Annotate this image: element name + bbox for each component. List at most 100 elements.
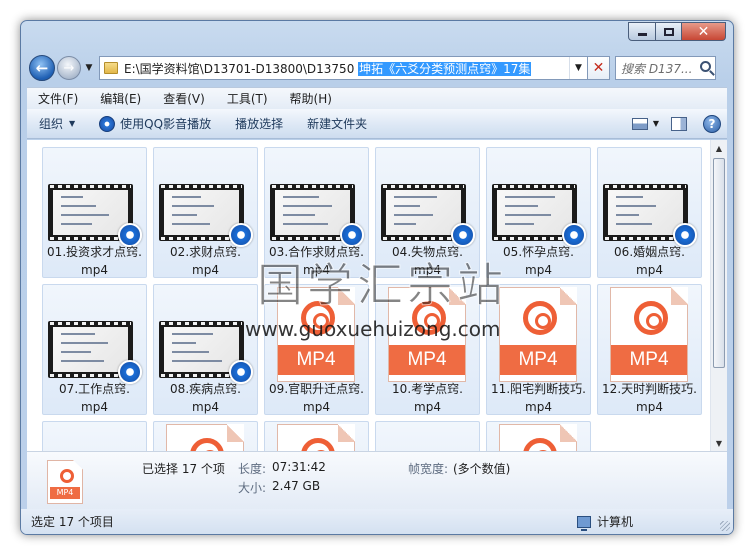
menu-tools[interactable]: 工具(T) [216, 90, 279, 107]
address-bar[interactable]: E:\国学资料馆\D13701-D13800\D13750 坤拓《六爻分类预测点… [99, 56, 588, 80]
status-location: 计算机 [577, 513, 634, 531]
video-logo-icon [412, 301, 446, 335]
file-item[interactable]: 06.婚姻点窍. mp4 [597, 147, 702, 278]
scroll-up-icon[interactable]: ▲ [711, 140, 727, 157]
size-label: 大小: [238, 481, 267, 495]
change-view-icon[interactable] [631, 117, 648, 130]
page-fold [227, 424, 244, 442]
menu-bar: 文件(F) 编辑(E) 查看(V) 工具(T) 帮助(H) [27, 87, 727, 109]
resize-grip[interactable] [720, 521, 730, 531]
video-logo-icon [301, 301, 335, 335]
status-selection: 选定 17 个项目 [31, 515, 114, 529]
menu-edit[interactable]: 编辑(E) [89, 90, 152, 107]
vertical-scrollbar[interactable]: ▲ ▼ [710, 140, 727, 451]
file-name: 08.疾病点窍. mp4 [154, 380, 257, 416]
file-item[interactable]: MP4 [264, 421, 369, 451]
duration-label: 长度: [238, 462, 267, 476]
recent-pages-dropdown[interactable]: ▼ [83, 63, 95, 73]
file-extension: mp4 [636, 400, 663, 414]
search-icon[interactable] [700, 61, 711, 72]
file-item[interactable]: MP4 [486, 421, 591, 451]
file-name-base: 08.疾病点窍. [170, 382, 241, 396]
navigation-bar: ← → ▼ E:\国学资料馆\D13701-D13800\D13750 坤拓《六… [29, 53, 725, 83]
file-item[interactable]: MP4 09.官职升迁点窍. mp4 [264, 284, 369, 415]
file-name: 02.求财点窍. mp4 [154, 243, 257, 279]
video-logo-icon [60, 469, 74, 483]
new-folder-label: 新建文件夹 [307, 117, 368, 131]
caption-buttons: ✕ [628, 22, 726, 41]
forward-arrow-icon: → [63, 60, 75, 76]
organize-label: 组织 [39, 117, 64, 131]
back-button[interactable]: ← [29, 55, 55, 81]
file-name-base: 01.投资求才点窍. [47, 245, 142, 259]
page-fold [338, 424, 355, 442]
file-name-base: 02.求财点窍. [170, 245, 241, 259]
page-fold [338, 287, 355, 305]
play-qq-label: 使用QQ影音播放 [120, 117, 212, 131]
preview-pane-icon[interactable] [671, 116, 687, 131]
organize-button[interactable]: 组织 ▼ [27, 115, 87, 132]
command-bar: 组织 ▼ 使用QQ影音播放 播放选择 新建文件夹 ▼ ? [27, 109, 727, 139]
file-extension: mp4 [525, 263, 552, 277]
file-name-base: 06.婚姻点窍. [614, 245, 685, 259]
maximize-icon [663, 27, 674, 36]
menu-file[interactable]: 文件(F) [27, 90, 89, 107]
file-list: 01.投资求才点窍. mp4 02.求财点窍. mp4 03.合作求财点窍. mp4 04.… [27, 140, 727, 452]
back-arrow-icon: ← [35, 59, 49, 77]
size-value: 2.47 GB [272, 479, 321, 493]
duration-value: 07:31:42 [272, 460, 326, 474]
close-button[interactable]: ✕ [682, 22, 726, 41]
maximize-button[interactable] [656, 22, 682, 41]
scroll-down-icon[interactable]: ▼ [711, 435, 727, 451]
page-fold [560, 424, 577, 442]
file-item[interactable]: 07.工作点窍. mp4 [42, 284, 147, 415]
file-name: 09.官职升迁点窍. mp4 [265, 380, 368, 416]
file-item[interactable] [375, 421, 480, 451]
play-qq-button[interactable]: 使用QQ影音播放 [87, 115, 223, 132]
details-icon-label: MP4 [50, 487, 80, 499]
file-item[interactable]: 08.疾病点窍. mp4 [153, 284, 258, 415]
file-item[interactable]: 01.投资求才点窍. mp4 [42, 147, 147, 278]
explorer-window: ✕ ← → ▼ E:\国学资料馆\D13701-D13800\D13750 坤拓… [20, 20, 734, 535]
file-item[interactable]: MP4 11.阳宅判断技巧. mp4 [486, 284, 591, 415]
file-extension: mp4 [81, 400, 108, 414]
file-extension: mp4 [81, 263, 108, 277]
address-path-selected: 坤拓《六爻分类预测点窍》17集 [358, 61, 532, 76]
page-fold [560, 287, 577, 305]
menu-view[interactable]: 查看(V) [152, 90, 216, 107]
qq-player-icon [99, 115, 116, 132]
play-selected-button[interactable]: 播放选择 [223, 115, 295, 132]
file-extension: mp4 [525, 400, 552, 414]
file-item[interactable]: MP4 12.天时判断技巧. mp4 [597, 284, 702, 415]
file-item[interactable]: 05.怀孕点窍. mp4 [486, 147, 591, 278]
stop-button[interactable]: ✕ [588, 56, 610, 80]
file-item[interactable]: MP4 [153, 421, 258, 451]
file-name: 06.婚姻点窍. mp4 [598, 243, 701, 279]
file-item[interactable] [42, 421, 147, 451]
minimize-button[interactable] [628, 22, 656, 41]
scroll-thumb[interactable] [713, 158, 725, 368]
mp4-file-icon: MP4 [47, 460, 83, 504]
file-name-base: 11.阳宅判断技巧. [491, 382, 586, 396]
file-name: 12.天时判断技巧. mp4 [598, 380, 701, 416]
file-name: 07.工作点窍. mp4 [43, 380, 146, 416]
file-item[interactable]: MP4 10.考学点窍. mp4 [375, 284, 480, 415]
video-logo-icon [523, 301, 557, 335]
view-dropdown-icon[interactable]: ▼ [653, 119, 659, 128]
file-name-base: 10.考学点窍. [392, 382, 463, 396]
search-input[interactable]: 搜索 D137... [615, 56, 716, 80]
menu-help[interactable]: 帮助(H) [279, 90, 343, 107]
file-item[interactable]: 04.失物点窍. mp4 [375, 147, 480, 278]
file-item[interactable]: 02.求财点窍. mp4 [153, 147, 258, 278]
file-name: 10.考学点窍. mp4 [376, 380, 479, 416]
folder-icon [104, 62, 118, 74]
help-icon[interactable]: ? [703, 114, 721, 133]
minimize-icon [637, 33, 647, 36]
address-dropdown-button[interactable]: ▼ [569, 57, 587, 79]
file-item[interactable]: 03.合作求财点窍. mp4 [264, 147, 369, 278]
whiteboard-frame [275, 190, 350, 235]
details-pane: MP4 已选择 17 个项 长度: 07:31:42 大小: 2.47 GB 帧… [27, 452, 727, 511]
new-folder-button[interactable]: 新建文件夹 [295, 115, 379, 132]
forward-button[interactable]: → [57, 56, 81, 80]
status-computer: 计算机 [597, 515, 634, 529]
